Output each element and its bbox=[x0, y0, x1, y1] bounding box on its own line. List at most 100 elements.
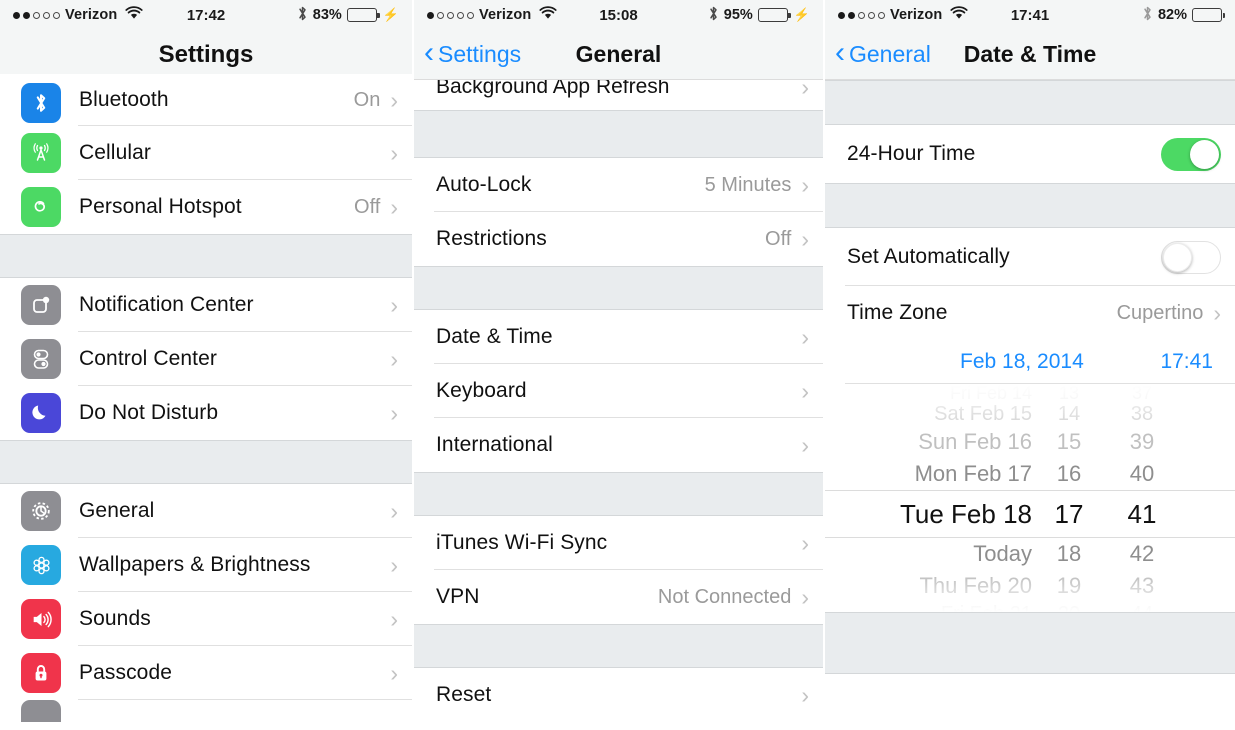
picker-row[interactable]: Fri Feb 21 20 44 bbox=[825, 602, 1235, 613]
picker-row[interactable]: Sat Feb 15 14 38 bbox=[825, 402, 1235, 426]
sidebar-item-bluetooth[interactable]: Bluetooth On › bbox=[0, 74, 412, 126]
sidebar-item-sounds[interactable]: Sounds › bbox=[0, 592, 412, 646]
carrier-label: Verizon bbox=[479, 7, 532, 23]
list-item-date-and-time[interactable]: Date & Time › bbox=[414, 310, 823, 364]
carrier-label: Verizon bbox=[890, 7, 943, 23]
carrier-label: Verizon bbox=[65, 7, 118, 23]
back-button-general[interactable]: ‹ General bbox=[835, 36, 931, 69]
chevron-right-icon: › bbox=[390, 345, 398, 372]
battery-icon bbox=[757, 8, 791, 22]
row-label: Cellular bbox=[79, 141, 151, 164]
section-gap bbox=[414, 624, 823, 668]
row-value: Off bbox=[354, 195, 381, 218]
three-phone-screenshots: Verizon 17:42 83% ⚡ Settings Bluetooth O… bbox=[0, 0, 1235, 730]
picker-hour: 18 bbox=[1056, 541, 1082, 566]
hotspot-link-icon bbox=[21, 187, 61, 227]
list-item-international[interactable]: International › bbox=[414, 418, 823, 472]
signal-strength-dots bbox=[838, 11, 885, 19]
chevron-right-icon: › bbox=[1213, 299, 1221, 326]
chevron-right-icon: › bbox=[390, 605, 398, 632]
panel-date-time: Verizon 17:41 82% ‹ General Date & Time bbox=[823, 0, 1235, 730]
sidebar-item-privacy-clipped[interactable] bbox=[0, 700, 412, 722]
picker-row[interactable]: Fri Feb 14 13 37 bbox=[825, 384, 1235, 403]
wifi-icon bbox=[539, 6, 557, 24]
panel-general: Verizon 15:08 95% ⚡ ‹ Settings General B… bbox=[412, 0, 823, 730]
list-item-auto-lock[interactable]: Auto-Lock 5 Minutes › bbox=[414, 158, 823, 212]
list-item-time-zone[interactable]: Time Zone Cupertino › bbox=[825, 286, 1235, 340]
picker-minute: 39 bbox=[1129, 429, 1155, 454]
row-label: Sounds bbox=[79, 607, 151, 630]
sidebar-item-notification-center[interactable]: Notification Center › bbox=[0, 278, 412, 332]
sidebar-item-passcode[interactable]: Passcode › bbox=[0, 646, 412, 700]
row-label: General bbox=[79, 499, 155, 522]
sidebar-item-general[interactable]: General › bbox=[0, 484, 412, 538]
list-item-background-app-refresh[interactable]: Background App Refresh › bbox=[414, 80, 823, 110]
section-gap bbox=[825, 183, 1235, 228]
chevron-right-icon: › bbox=[801, 225, 809, 252]
toggle-24-hour-time[interactable] bbox=[1161, 137, 1221, 171]
row-value: On bbox=[353, 88, 381, 111]
chevron-right-icon: › bbox=[390, 193, 398, 220]
list-item-24-hour-time[interactable]: 24-Hour Time bbox=[825, 125, 1235, 183]
chevron-left-icon: ‹ bbox=[835, 36, 845, 69]
picker-hour: 14 bbox=[1057, 402, 1081, 425]
row-label: Control Center bbox=[79, 347, 217, 370]
signal-strength-dots bbox=[427, 11, 474, 19]
list-item-reset[interactable]: Reset › bbox=[414, 668, 823, 722]
moon-icon bbox=[21, 393, 61, 433]
list-item-restrictions[interactable]: Restrictions Off › bbox=[414, 212, 823, 266]
settings-list: Bluetooth On › Cellular › Personal Hotsp… bbox=[0, 74, 412, 722]
selected-time-label: 17:41 bbox=[1160, 350, 1213, 373]
status-left: Verizon bbox=[13, 6, 143, 24]
bluetooth-icon bbox=[1142, 5, 1153, 26]
bluetooth-icon bbox=[297, 5, 308, 26]
picker-row[interactable]: Mon Feb 17 16 40 bbox=[825, 458, 1235, 490]
sidebar-item-control-center[interactable]: Control Center › bbox=[0, 332, 412, 386]
back-button-settings[interactable]: ‹ Settings bbox=[424, 36, 521, 69]
picker-hour: 20 bbox=[1040, 603, 1098, 613]
sidebar-item-personal-hotspot[interactable]: Personal Hotspot Off › bbox=[0, 180, 412, 234]
chevron-right-icon: › bbox=[801, 529, 809, 556]
chevron-right-icon: › bbox=[390, 497, 398, 524]
picker-minute: 41 bbox=[1127, 498, 1157, 529]
list-item-set-automatically[interactable]: Set Automatically bbox=[825, 228, 1235, 286]
picker-date: Fri Feb 21 bbox=[825, 603, 1040, 613]
row-label: Bluetooth bbox=[79, 88, 169, 111]
picker-minute: 37 bbox=[1131, 384, 1153, 403]
chevron-right-icon: › bbox=[801, 377, 809, 404]
chevron-left-icon: ‹ bbox=[424, 36, 434, 69]
picker-row[interactable]: Thu Feb 20 19 43 bbox=[825, 570, 1235, 602]
speaker-icon bbox=[21, 599, 61, 639]
chevron-right-icon: › bbox=[390, 139, 398, 166]
date-time-summary[interactable]: Feb 18, 2014 17:41 bbox=[825, 340, 1235, 384]
picker-date: Tue Feb 18 bbox=[899, 498, 1032, 529]
row-value: Not Connected bbox=[657, 585, 792, 608]
date-time-list: 24-Hour Time Set Automatically Time Zone… bbox=[825, 80, 1235, 704]
row-label: Wallpapers & Brightness bbox=[79, 553, 311, 576]
chevron-right-icon: › bbox=[801, 681, 809, 708]
section-gap bbox=[414, 266, 823, 310]
sidebar-item-wallpapers-brightness[interactable]: Wallpapers & Brightness › bbox=[0, 538, 412, 592]
picker-row-selected[interactable]: Tue Feb 18 17 41 bbox=[825, 490, 1235, 538]
picker-row[interactable]: Sun Feb 16 15 39 bbox=[825, 426, 1235, 458]
sidebar-item-cellular[interactable]: Cellular › bbox=[0, 126, 412, 180]
status-bar-date-time: Verizon 17:41 82% bbox=[825, 0, 1235, 30]
list-item-vpn[interactable]: VPN Not Connected › bbox=[414, 570, 823, 624]
toggle-set-automatically[interactable] bbox=[1161, 240, 1221, 274]
status-left: Verizon bbox=[427, 6, 557, 24]
picker-row[interactable]: Today 18 42 bbox=[825, 538, 1235, 570]
list-item-keyboard[interactable]: Keyboard › bbox=[414, 364, 823, 418]
sidebar-item-do-not-disturb[interactable]: Do Not Disturb › bbox=[0, 386, 412, 440]
panel-settings: Verizon 17:42 83% ⚡ Settings Bluetooth O… bbox=[0, 0, 412, 730]
row-label: Reset bbox=[436, 683, 492, 706]
row-label: Date & Time bbox=[436, 325, 553, 348]
row-label: Notification Center bbox=[79, 293, 254, 316]
page-title: Settings bbox=[158, 40, 254, 68]
picker-minute: 42 bbox=[1129, 541, 1155, 566]
row-value: Off bbox=[765, 227, 792, 250]
wifi-icon bbox=[125, 6, 143, 24]
list-item-itunes-wifi-sync[interactable]: iTunes Wi-Fi Sync › bbox=[414, 516, 823, 570]
chevron-right-icon: › bbox=[390, 86, 398, 113]
date-time-picker[interactable]: Fri Feb 14 13 37 Sat Feb 15 14 38 Sun Fe… bbox=[825, 384, 1235, 612]
battery-percent: 82% bbox=[1157, 7, 1187, 23]
